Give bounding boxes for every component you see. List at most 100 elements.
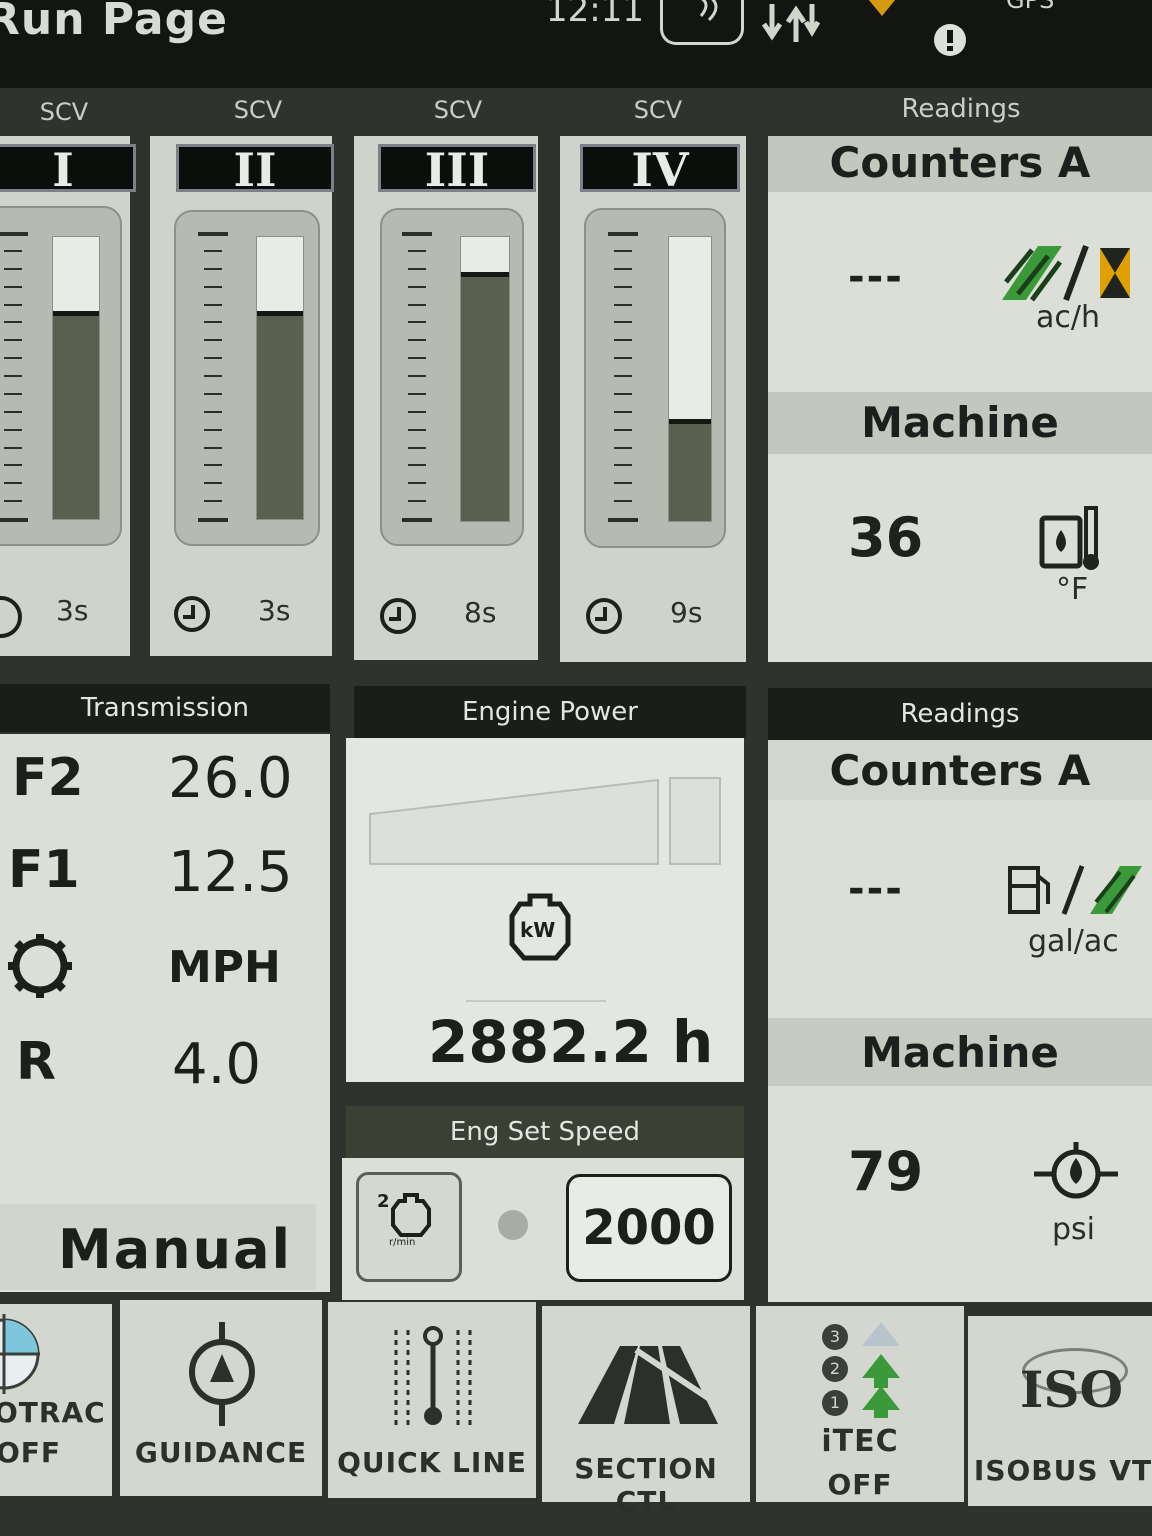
scale-tick [408, 286, 426, 288]
scale-tick [204, 357, 222, 359]
nav-isobus-vt[interactable]: ISO ISOBUS VT [968, 1316, 1152, 1506]
scale-tick [614, 375, 632, 377]
engine-hours: 2882.2 h [428, 1008, 714, 1076]
scv-flow-track [460, 236, 510, 522]
scale-tick [4, 250, 22, 252]
scale-tick [4, 321, 22, 323]
scale-tick [204, 304, 222, 306]
engine-power-header: Engine Power [354, 686, 746, 738]
transmission-mode: Manual [58, 1218, 293, 1281]
scv-flow-gauge [174, 210, 320, 546]
scale-tick [408, 429, 426, 431]
scv-timer: 8s [464, 596, 497, 629]
info-icon[interactable] [934, 24, 966, 56]
nav-section-control[interactable]: SECTION CTL [542, 1306, 750, 1518]
status-indicator [498, 1210, 528, 1240]
readings-panel-bottom[interactable]: Counters A --- gal/ac Machine 79 psi [768, 740, 1152, 1302]
scv-header-4: SCV [633, 96, 683, 124]
scale-tick [402, 518, 432, 522]
engine-speed-preset-button[interactable]: 2 r/min [356, 1172, 462, 1282]
scv-panel-4[interactable]: IV 9s [560, 136, 746, 662]
scale-tick [4, 464, 22, 466]
scale-tick [4, 375, 22, 377]
kw-label: kW [520, 918, 556, 942]
scale-tick [614, 447, 632, 449]
scale-tick [0, 518, 28, 522]
scale-tick [614, 500, 632, 502]
scv-scale-ticks [402, 232, 432, 522]
nav-quick-line[interactable]: QUICK LINE [328, 1302, 536, 1498]
scv-flow-fill [669, 419, 711, 521]
scv-panel-1[interactable]: I 3s [0, 136, 136, 656]
scale-tick [4, 268, 22, 270]
scale-tick [4, 411, 22, 413]
counter-unit: ac/h [1036, 300, 1100, 335]
signal-icon[interactable] [660, 0, 744, 45]
scale-tick [614, 411, 632, 413]
counter-value: --- [848, 866, 904, 912]
scale-tick [0, 232, 28, 236]
nav-itec[interactable]: 3 2 1 iTEC OFF [756, 1306, 964, 1502]
scale-tick [408, 500, 426, 502]
scale-tick [614, 357, 632, 359]
machine-title: Machine [768, 392, 1152, 454]
timer-icon [586, 598, 622, 634]
nav-status: OFF [827, 1468, 893, 1501]
section-control-icon [578, 1346, 718, 1424]
readings-header: Readings [901, 94, 1021, 124]
scv-flow-fill [257, 310, 303, 519]
scv-numeral: IV [580, 144, 740, 193]
scale-tick [204, 339, 222, 341]
scale-tick [408, 464, 426, 466]
scale-tick [614, 321, 632, 323]
scv-header-2: SCV [233, 96, 283, 124]
scv-header-3: SCV [433, 96, 483, 124]
scale-tick [204, 321, 222, 323]
scv-panel-3[interactable]: III 8s [354, 136, 538, 660]
eng-set-speed-header: Eng Set Speed [346, 1106, 744, 1158]
counters-title: Counters A [768, 740, 1152, 800]
scale-tick [4, 482, 22, 484]
scale-tick [614, 286, 632, 288]
scv-timer: 3s [258, 594, 291, 627]
eng-set-speed-panel[interactable]: 2 r/min 2000 [342, 1158, 744, 1300]
scale-tick [204, 464, 222, 466]
scale-tick [4, 447, 22, 449]
scale-tick [4, 429, 22, 431]
scale-tick [4, 357, 22, 359]
engine-speed-input[interactable]: 2000 [566, 1174, 732, 1282]
scv-header-1: SCV [39, 98, 89, 126]
gps-label[interactable]: GPS [1006, 0, 1054, 14]
gear-speed: 26.0 [168, 746, 293, 811]
oil-pressure-icon [1030, 1140, 1126, 1214]
scale-tick [204, 393, 222, 395]
scale-tick [614, 339, 632, 341]
scv-panel-2[interactable]: II 3s [150, 136, 334, 656]
scale-tick [4, 339, 22, 341]
scale-tick [408, 268, 426, 270]
nav-guidance[interactable]: GUIDANCE [120, 1300, 322, 1496]
scale-tick [408, 339, 426, 341]
itec-step-1: 1 [822, 1390, 848, 1416]
scale-tick [198, 518, 228, 522]
scale-tick [408, 321, 426, 323]
machine-title: Machine [768, 1018, 1152, 1086]
warning-icon[interactable] [860, 0, 904, 24]
clock: 12:11 [546, 0, 644, 30]
transmission-panel[interactable]: F2 26.0 F1 12.5 MPH R 4.0 Manual [0, 734, 330, 1292]
machine-value: 36 [848, 506, 924, 569]
preset-number: 2 [377, 1191, 390, 1212]
readings-panel-top[interactable]: Counters A --- ac/h Machine 36 °F [768, 136, 1152, 662]
scale-tick [204, 411, 222, 413]
transfer-arrows-icon[interactable] [761, 0, 842, 50]
engine-power-panel[interactable]: kW 2882.2 h [346, 738, 744, 1082]
work-rate-icon [998, 242, 1138, 308]
scale-tick [402, 232, 432, 236]
nav-otrac[interactable]: OTRAC OFF [0, 1304, 112, 1496]
scale-tick [204, 375, 222, 377]
counter-value: --- [848, 254, 904, 300]
scale-tick [408, 304, 426, 306]
scale-tick [408, 250, 426, 252]
scv-flow-fill [461, 271, 509, 521]
machine-unit: °F [1056, 572, 1089, 607]
